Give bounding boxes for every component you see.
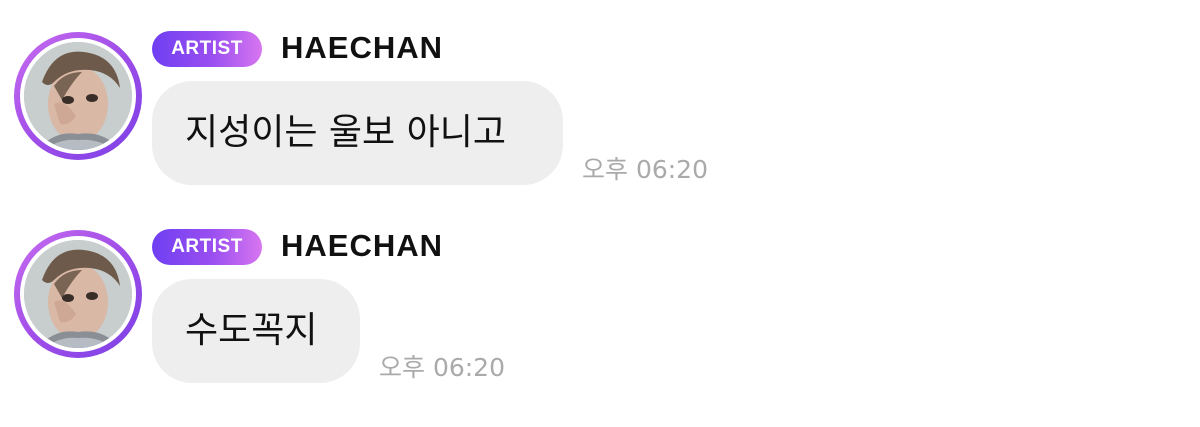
avatar-frame (20, 38, 136, 154)
sender-name[interactable]: HAECHAN (281, 226, 443, 266)
profile-photo-icon (24, 240, 132, 348)
artist-badge: ARTIST (152, 229, 262, 265)
profile-photo-icon (24, 42, 132, 150)
avatar[interactable] (14, 230, 142, 358)
avatar-frame (20, 236, 136, 352)
chat-message[interactable]: ARTIST HAECHAN 수도꼭지 오후 06:20 (0, 226, 1200, 426)
message-timestamp: 오후 06:20 (379, 353, 505, 382)
message-timestamp: 오후 06:20 (582, 155, 708, 184)
message-bubble[interactable]: 수도꼭지 (152, 279, 360, 383)
chat-message[interactable]: ARTIST HAECHAN 지성이는 울보 아니고 오후 06:20 (0, 28, 1200, 228)
avatar[interactable] (14, 32, 142, 160)
artist-badge: ARTIST (152, 31, 262, 67)
message-bubble[interactable]: 지성이는 울보 아니고 (152, 81, 563, 185)
sender-name[interactable]: HAECHAN (281, 28, 443, 68)
